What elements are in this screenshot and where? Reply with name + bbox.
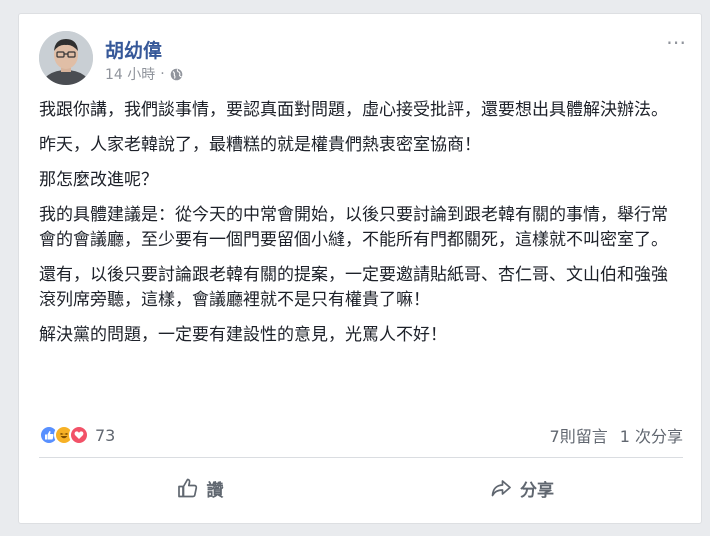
comments-count[interactable]: 7則留言 (550, 423, 608, 447)
love-reaction-icon (69, 425, 89, 445)
post-card: 胡幼偉 14 小時 · ⋯ 我跟你講，我們談事情，要認真面對問題，虛心接受批評，… (18, 13, 702, 524)
like-button[interactable]: 讚 (39, 466, 361, 510)
post-paragraph: 那怎麼改進呢？ (39, 170, 158, 190)
globe-icon[interactable] (170, 68, 183, 81)
reactions-summary[interactable]: 73 (39, 425, 115, 445)
share-arrow-icon (491, 480, 511, 497)
thumbs-up-icon (177, 478, 197, 498)
post-paragraph: 還有，以後只要討論跟老韓有關的提案，一定要邀請貼紙哥、杏仁哥、文山伯和強強滾列席… (39, 265, 668, 310)
avatar-image (39, 31, 93, 85)
author-name[interactable]: 胡幼偉 (105, 36, 162, 63)
engagement-stats: 73 7則留言 1 次分享 (39, 422, 683, 448)
avatar[interactable] (39, 31, 93, 85)
divider (39, 457, 683, 458)
share-button[interactable]: 分享 (361, 466, 683, 510)
reaction-count: 73 (95, 425, 116, 445)
post-paragraph: 我跟你講，我們談事情，要認真面對問題，虛心接受批評，還要想出具體解決辦法。 (39, 100, 668, 120)
like-button-label: 讚 (206, 480, 224, 501)
more-options-icon[interactable]: ⋯ (666, 30, 687, 54)
post-paragraph: 解決黨的問題，一定要有建設性的意見，光罵人不好！ (39, 325, 447, 345)
meta-separator: · (160, 66, 165, 82)
share-button-label: 分享 (520, 480, 554, 501)
post-body: 我跟你講，我們談事情，要認真面對問題，虛心接受批評，還要想出具體解決辦法。 昨天… (39, 98, 679, 358)
post-meta: 14 小時 · (105, 64, 183, 84)
comment-share-stats: 7則留言 1 次分享 (550, 423, 683, 447)
post-paragraph: 我的具體建議是：從今天的中常會開始，以後只要討論到跟老韓有關的事情，舉行常會的會… (39, 205, 668, 250)
action-bar: 讚 分享 (39, 466, 683, 510)
post-timestamp[interactable]: 14 小時 (105, 64, 155, 84)
shares-count[interactable]: 1 次分享 (620, 423, 683, 447)
post-paragraph: 昨天，人家老韓說了，最糟糕的就是權貴們熱衷密室協商！ (39, 135, 481, 155)
